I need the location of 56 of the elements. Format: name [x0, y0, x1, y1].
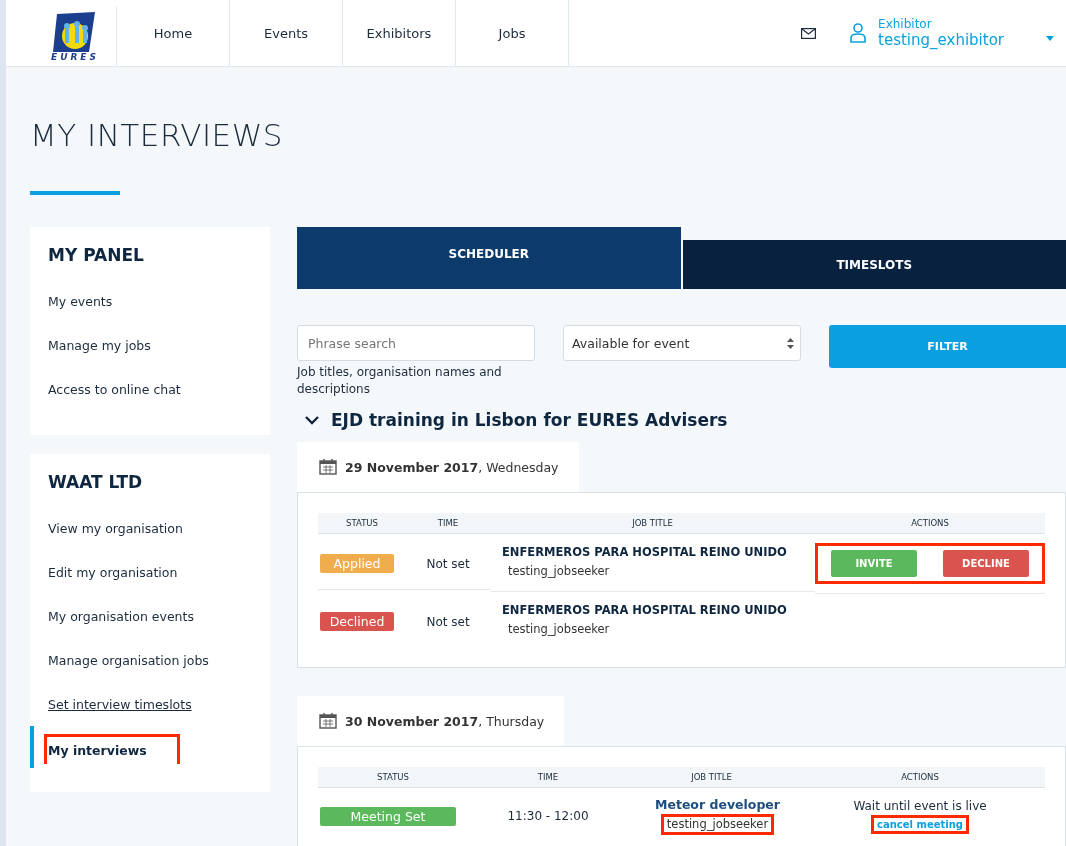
- time-cell: Not set: [426, 556, 470, 571]
- sidebar-item[interactable]: My interviews: [44, 734, 180, 764]
- column-header: JOB TITLE: [490, 513, 815, 534]
- day-date: 29 November 2017, Wednesday: [345, 459, 559, 475]
- column-header: STATUS: [318, 513, 406, 534]
- sidebar-item[interactable]: Manage organisation jobs: [48, 638, 252, 682]
- event-select[interactable]: Available for event: [563, 325, 801, 361]
- column-header: ACTIONS: [795, 767, 1045, 788]
- mail-icon[interactable]: [801, 27, 817, 39]
- sort-arrows-icon: [787, 337, 794, 349]
- status-badge: Declined: [320, 612, 394, 631]
- job-title[interactable]: ENFERMEROS PARA HOSPITAL REINO UNIDO: [502, 603, 815, 617]
- nav-link[interactable]: Events: [230, 0, 343, 66]
- sidebar-item[interactable]: Edit my organisation: [48, 550, 252, 594]
- logo-drawing: [53, 12, 97, 52]
- day-date: 30 November 2017, Thursday: [345, 713, 545, 729]
- tab[interactable]: SCHEDULER: [297, 227, 681, 289]
- nav-link[interactable]: Home: [117, 0, 230, 66]
- sidebar-item[interactable]: Manage my jobs: [48, 323, 252, 367]
- event-title: EJD training in Lisbon for EURES Advisers: [331, 410, 728, 430]
- status-badge: Applied: [320, 554, 394, 573]
- panel-title: WAAT LTD: [48, 472, 144, 492]
- search-field[interactable]: Phrase search: [297, 325, 535, 361]
- chevron-icon[interactable]: [305, 415, 319, 425]
- search-hint: Job titles, organisation names and descriptions: [297, 364, 503, 398]
- calendar-icon: [319, 459, 337, 475]
- column-header: STATUS: [318, 767, 468, 788]
- logo-text: EURES: [51, 52, 99, 62]
- sidebar-item[interactable]: My organisation events: [48, 594, 252, 638]
- sidebar-item[interactable]: My events: [48, 279, 252, 323]
- calendar-icon: [319, 713, 337, 729]
- column-header: TIME: [406, 513, 490, 534]
- sidebar-item[interactable]: Access to online chat: [48, 367, 252, 411]
- jobseeker-name: testing_jobseeker: [660, 814, 775, 835]
- nav-link[interactable]: Jobs: [456, 0, 569, 66]
- tab[interactable]: TIMESLOTS: [682, 240, 1066, 289]
- job-title[interactable]: ENFERMEROS PARA HOSPITAL REINO UNIDO: [502, 545, 815, 559]
- decline-button[interactable]: DECLINE: [943, 550, 1029, 577]
- status-badge: Meeting Set: [320, 806, 456, 826]
- time-cell: 11:30 - 12:00: [507, 809, 589, 823]
- nav-link[interactable]: Exhibitors: [343, 0, 456, 66]
- wait-note: Wait until event is live: [853, 798, 987, 813]
- user-role: Exhibitor: [878, 17, 933, 31]
- column-header: TIME: [468, 767, 628, 788]
- page-title: MY INTERVIEWS: [30, 117, 284, 153]
- user-icon[interactable]: [850, 23, 867, 43]
- panel-title: MY PANEL: [48, 245, 145, 265]
- caret-icon[interactable]: [1046, 35, 1054, 41]
- job-title[interactable]: Meteor developer: [655, 797, 780, 812]
- time-cell: Not set: [426, 614, 470, 629]
- column-header: ACTIONS: [815, 513, 1045, 534]
- jobseeker-name: testing_jobseeker: [507, 621, 611, 638]
- sidebar-item[interactable]: View my organisation: [48, 506, 252, 550]
- jobseeker-name: testing_jobseeker: [507, 563, 611, 580]
- column-header: JOB TITLE: [628, 767, 795, 788]
- sidebar-item[interactable]: Set interview timeslots: [48, 682, 252, 726]
